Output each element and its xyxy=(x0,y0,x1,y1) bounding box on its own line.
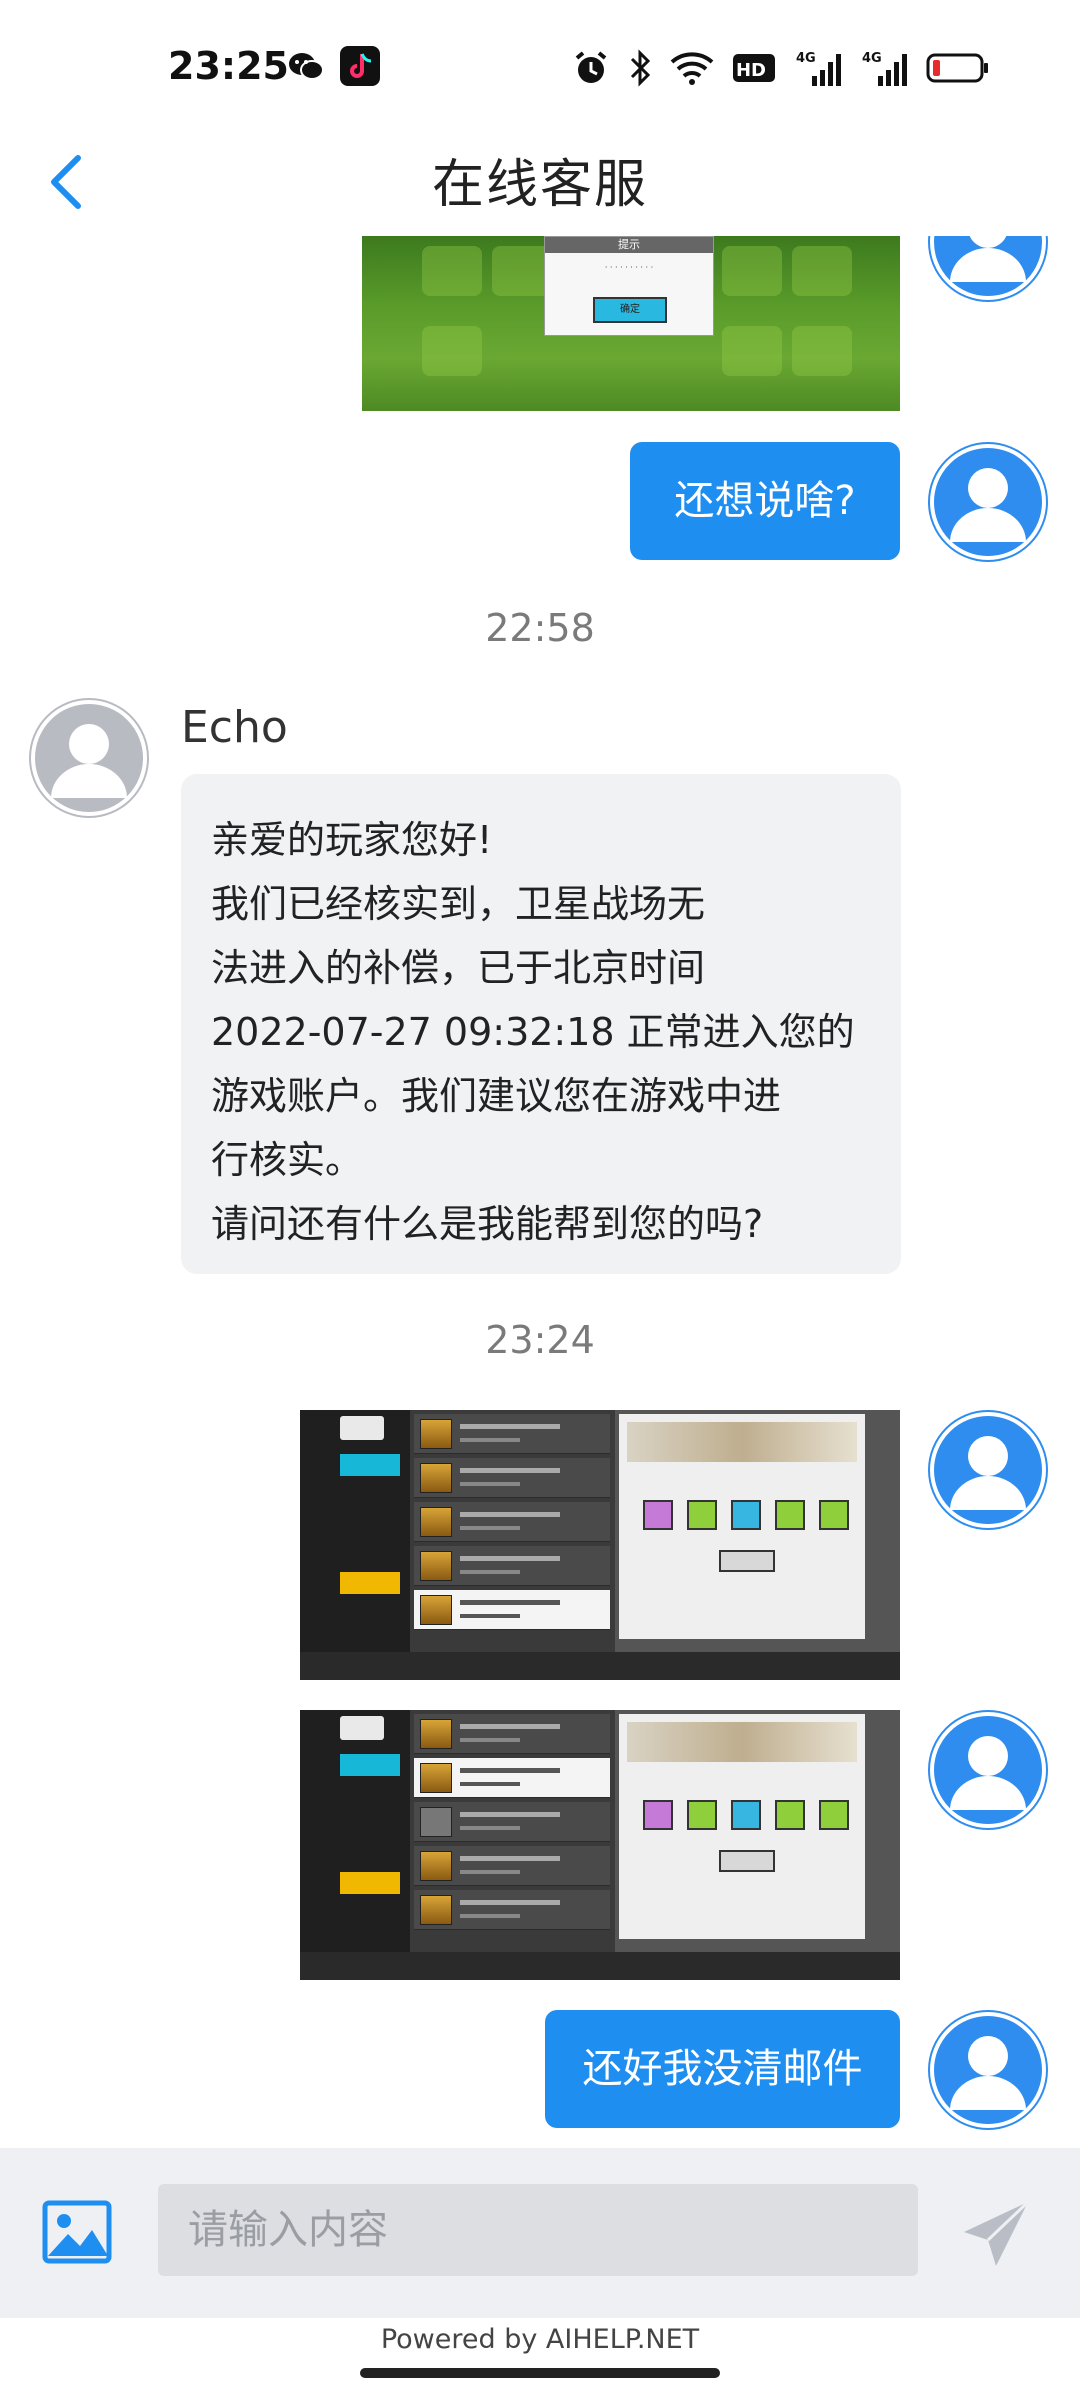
game-nav-item xyxy=(340,1902,400,1924)
agent-message-line: 游戏账户。我们建议您在游戏中进 xyxy=(211,1074,782,1118)
game-mail-row xyxy=(414,1458,610,1498)
game-back-icon xyxy=(340,1416,384,1440)
agent-message-line: 我们已经核实到，卫星战场无 xyxy=(211,882,706,926)
person-icon xyxy=(930,1412,1046,1528)
bluetooth-icon xyxy=(628,48,652,88)
page-title: 在线客服 xyxy=(431,155,648,215)
game-mail-row xyxy=(414,1758,610,1798)
person-icon xyxy=(930,2012,1046,2128)
game-mail-row xyxy=(414,1890,610,1930)
status-bar: 23:25 HD 4G 4G xyxy=(0,0,1080,130)
status-icons: HD 4G 4G xyxy=(572,46,990,90)
game-sidebar xyxy=(300,1410,410,1680)
message-input-bar xyxy=(0,2148,1080,2318)
net-label-1: 4G xyxy=(796,51,816,66)
agent-message-line: 请问还有什么是我能帮到您的吗? xyxy=(211,1202,764,1246)
game-mail-row xyxy=(414,1546,610,1586)
user-avatar xyxy=(928,236,1048,302)
person-icon xyxy=(930,444,1046,560)
agent-message-line: 亲爱的玩家您好! xyxy=(211,818,493,862)
game-nav-item xyxy=(340,1754,400,1776)
game-nav-item xyxy=(340,1930,400,1952)
game-mail-list xyxy=(410,1410,615,1680)
chat-message-list[interactable]: 提示 · · · · · · · · · · 确定 还想说啥? 22:58 Ec… xyxy=(0,236,1080,2148)
wifi-icon xyxy=(670,48,714,88)
status-time: 23:25 xyxy=(168,44,289,88)
game-nav-item xyxy=(340,1454,400,1476)
user-avatar xyxy=(928,1710,1048,1830)
game-mail-card xyxy=(619,1414,865,1639)
game-sidebar xyxy=(300,1710,410,1980)
game-back-icon xyxy=(340,1716,384,1740)
game-bottom-bar xyxy=(300,1952,900,1980)
hd-label: HD xyxy=(736,60,766,81)
agent-message-line: 行核实。 xyxy=(211,1138,364,1182)
message-timestamp: 22:58 xyxy=(485,606,595,650)
agent-name: Echo xyxy=(181,702,288,753)
home-indicator[interactable] xyxy=(360,2368,720,2378)
signal-4g-icon: 4G xyxy=(794,48,842,88)
game-dialog-title: 提示 xyxy=(545,237,713,253)
game-dialog-text: · · · · · · · · · · xyxy=(604,263,654,272)
alarm-icon xyxy=(572,48,610,88)
user-message-bubble[interactable]: 还好我没清邮件 xyxy=(545,2010,900,2128)
game-mail-detail xyxy=(615,1710,900,1980)
game-dialog: 提示 · · · · · · · · · · 确定 xyxy=(544,236,714,336)
game-mail-list xyxy=(410,1710,615,1980)
footer: Powered by AIHELP.NET xyxy=(0,2318,1080,2400)
game-nav-item xyxy=(340,1812,400,1834)
person-icon xyxy=(930,1712,1046,1828)
game-nav-item xyxy=(340,1512,400,1534)
message-input[interactable] xyxy=(158,2184,918,2276)
wechat-icon xyxy=(286,46,326,86)
image-message-game-mailbox[interactable] xyxy=(300,1410,900,1680)
image-message-game-mailbox[interactable] xyxy=(300,1710,900,1980)
user-message-bubble[interactable]: 还想说啥? xyxy=(630,442,900,560)
game-mail-row xyxy=(414,1590,610,1630)
image-message-game-dialog[interactable]: 提示 · · · · · · · · · · 确定 xyxy=(362,236,900,411)
user-avatar xyxy=(928,1410,1048,1530)
hd-icon: HD xyxy=(732,48,776,88)
powered-by-label: Powered by AIHELP.NET xyxy=(380,2324,700,2355)
game-nav-item xyxy=(340,1602,400,1624)
game-nav-item xyxy=(340,1542,400,1564)
game-bottom-bar xyxy=(300,1652,900,1680)
image-upload-button[interactable] xyxy=(42,2200,112,2264)
game-mail-row xyxy=(414,1502,610,1542)
message-timestamp: 23:24 xyxy=(485,1318,595,1362)
chat-header: 在线客服 xyxy=(0,130,1080,236)
agent-avatar xyxy=(29,698,149,818)
game-nav-item xyxy=(340,1872,400,1894)
send-button[interactable] xyxy=(958,2194,1038,2274)
battery-low-icon xyxy=(926,48,990,88)
send-icon xyxy=(964,2200,1030,2266)
image-icon xyxy=(42,2200,112,2264)
game-mail-row xyxy=(414,1714,610,1754)
person-icon xyxy=(31,700,147,816)
game-mail-row xyxy=(414,1846,610,1886)
person-icon xyxy=(930,236,1046,300)
game-mail-card xyxy=(619,1714,865,1939)
agent-message-bubble[interactable]: 亲爱的玩家您好! 我们已经核实到，卫星战场无 法进入的补偿，已于北京时间 202… xyxy=(181,774,901,1274)
tiktok-icon xyxy=(340,46,380,86)
game-nav-item xyxy=(340,1782,400,1804)
game-mail-row xyxy=(414,1802,610,1842)
agent-message-line: 法进入的补偿，已于北京时间 xyxy=(211,946,706,990)
game-mail-row xyxy=(414,1414,610,1454)
agent-message-line: 2022-07-27 09:32:18 正常进入您的 xyxy=(211,1010,855,1054)
game-nav-item xyxy=(340,1630,400,1652)
game-dialog-button: 确定 xyxy=(593,297,667,323)
user-avatar xyxy=(928,442,1048,562)
game-nav-item xyxy=(340,1482,400,1504)
net-label-2: 4G xyxy=(862,51,882,66)
game-nav-item xyxy=(340,1842,400,1864)
game-nav-item xyxy=(340,1572,400,1594)
game-mail-detail xyxy=(615,1410,900,1680)
signal-4g-icon: 4G xyxy=(860,48,908,88)
user-avatar xyxy=(928,2010,1048,2130)
